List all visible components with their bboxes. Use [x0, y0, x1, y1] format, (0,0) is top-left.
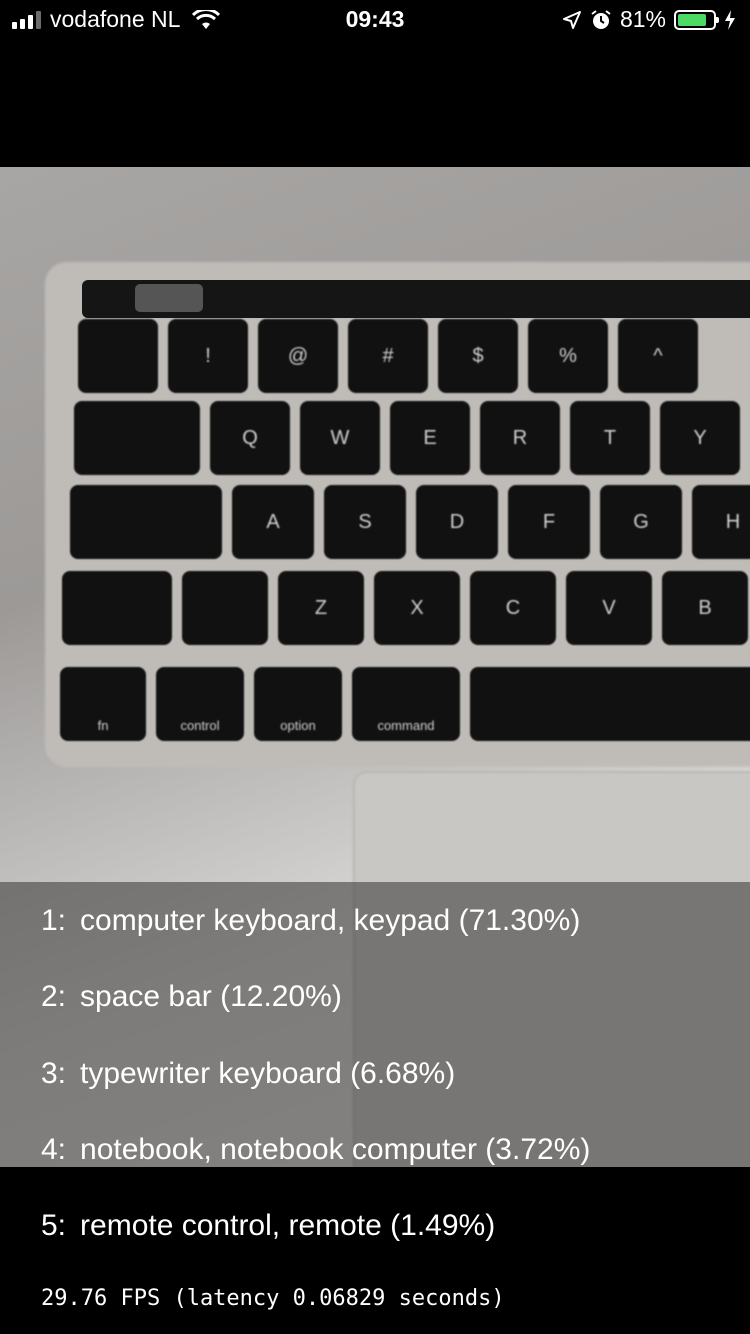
key: S: [324, 485, 406, 559]
key: B: [662, 571, 748, 645]
esc-key: [135, 284, 203, 312]
prediction-item: 5: remote control, remote (1.49%): [41, 1209, 495, 1243]
prediction-item: 3: typewriter keyboard (6.68%): [41, 1057, 455, 1091]
key: [70, 485, 222, 559]
key: A: [232, 485, 314, 559]
key: F: [508, 485, 590, 559]
status-right: 81%: [562, 6, 736, 33]
battery-percent: 81%: [619, 6, 666, 32]
key-row-numbers: ! @ # $ % ^: [78, 319, 698, 393]
key: #: [348, 319, 428, 393]
key: H: [692, 485, 750, 559]
key: Y: [660, 401, 740, 475]
prediction-index: 4:: [41, 1133, 67, 1166]
key: @: [258, 319, 338, 393]
key: G: [600, 485, 682, 559]
prediction-label: computer keyboard, keypad (71.30%): [80, 904, 581, 937]
key: T: [570, 401, 650, 475]
key: E: [390, 401, 470, 475]
fps-readout: 29.76 FPS (latency 0.06829 seconds): [41, 1286, 505, 1311]
prediction-item: 2: space bar (12.20%): [41, 980, 342, 1014]
prediction-index: 3:: [41, 1057, 67, 1090]
prediction-index: 1:: [41, 904, 67, 937]
key: [74, 401, 200, 475]
key-row-zxcv: Z X C V B: [62, 571, 748, 645]
prediction-label: notebook, notebook computer (3.72%): [80, 1133, 591, 1166]
key: control: [156, 667, 244, 741]
key-row-qwerty: Q W E R T Y: [74, 401, 740, 475]
key: X: [374, 571, 460, 645]
key: R: [480, 401, 560, 475]
status-bar: vodafone NL 09:43 81%: [0, 0, 750, 40]
key: [470, 667, 750, 741]
key: %: [528, 319, 608, 393]
prediction-item: 1: computer keyboard, keypad (71.30%): [41, 904, 580, 938]
battery-fill: [678, 13, 706, 26]
wifi-icon: [192, 9, 221, 29]
prediction-index: 5:: [41, 1209, 67, 1242]
key: fn: [60, 667, 146, 741]
alarm-icon: [591, 9, 611, 29]
status-left: vodafone NL: [12, 6, 221, 33]
prediction-label: remote control, remote (1.49%): [80, 1209, 496, 1242]
key: D: [416, 485, 498, 559]
key: !: [168, 319, 248, 393]
key: Z: [278, 571, 364, 645]
carrier-name: vodafone NL: [50, 6, 181, 32]
key: V: [566, 571, 652, 645]
key: W: [300, 401, 380, 475]
key: [78, 319, 158, 393]
key-row-asdf: A S D F G H: [70, 485, 750, 559]
key: ^: [618, 319, 698, 393]
key: command: [352, 667, 460, 741]
key: Q: [210, 401, 290, 475]
prediction-index: 2:: [41, 980, 67, 1013]
prediction-label: space bar (12.20%): [80, 980, 342, 1013]
key-row-bottom: fn control option command: [60, 667, 750, 741]
key: [62, 571, 172, 645]
charging-icon: [725, 9, 735, 30]
camera-preview: ! @ # $ % ^ Q W E R T Y A S D F G H Z X …: [0, 167, 750, 1167]
key: C: [470, 571, 556, 645]
key: $: [438, 319, 518, 393]
location-icon: [562, 10, 581, 29]
prediction-item: 4: notebook, notebook computer (3.72%): [41, 1133, 590, 1167]
prediction-label: typewriter keyboard (6.68%): [80, 1057, 456, 1090]
key: [182, 571, 268, 645]
signal-icon: [12, 10, 41, 29]
key: option: [254, 667, 342, 741]
battery-icon: [674, 9, 719, 30]
